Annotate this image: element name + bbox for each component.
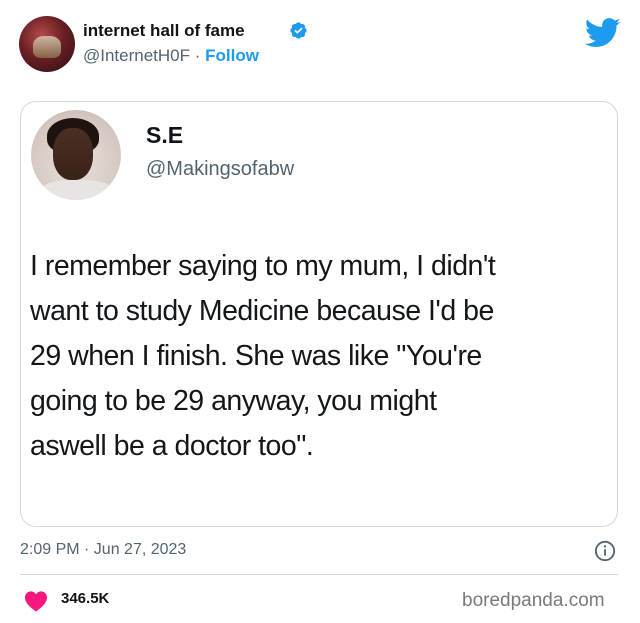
quoted-text-line: aswell be a doctor too".: [30, 430, 314, 462]
quoted-author-avatar: [31, 110, 121, 200]
quoted-text-line: want to study Medicine because I'd be: [30, 295, 494, 327]
twitter-bird-icon[interactable]: [585, 18, 621, 48]
heart-icon[interactable]: [24, 590, 48, 612]
info-icon[interactable]: [594, 540, 616, 562]
follow-button[interactable]: Follow: [205, 46, 259, 65]
quoted-tweet-card[interactable]: S.E @Makingsofabw I remember saying to m…: [20, 101, 618, 527]
like-count[interactable]: 346.5K: [61, 590, 109, 607]
quoted-tweet-text: I remember saying to my mum, I didn't wa…: [30, 244, 615, 469]
author-display-name[interactable]: internet hall of fame: [83, 21, 245, 41]
verified-badge-icon: [290, 22, 307, 39]
tweet-timestamp[interactable]: 2:09 PM · Jun 27, 2023: [20, 541, 186, 559]
quoted-text-line: I remember saying to my mum, I didn't: [30, 250, 496, 282]
boredpanda-watermark: boredpanda.com: [462, 590, 605, 611]
handle-separator: ·: [190, 46, 206, 65]
avatar-face: [53, 128, 93, 180]
quoted-text-line: going to be 29 anyway, you might: [30, 385, 437, 417]
author-handle-line: @InternetH0F · Follow: [83, 46, 259, 66]
divider: [20, 574, 618, 575]
tweet-header: internet hall of fame @InternetH0F · Fol…: [0, 0, 640, 90]
quoted-author-handle: @Makingsofabw: [146, 158, 295, 180]
avatar-shoulder: [39, 180, 115, 200]
author-handle[interactable]: @InternetH0F: [83, 46, 190, 65]
quoted-author-name: S.E: [146, 122, 184, 148]
author-avatar[interactable]: [19, 16, 75, 72]
quoted-text-line: 29 when I finish. She was like "You're: [30, 340, 482, 372]
